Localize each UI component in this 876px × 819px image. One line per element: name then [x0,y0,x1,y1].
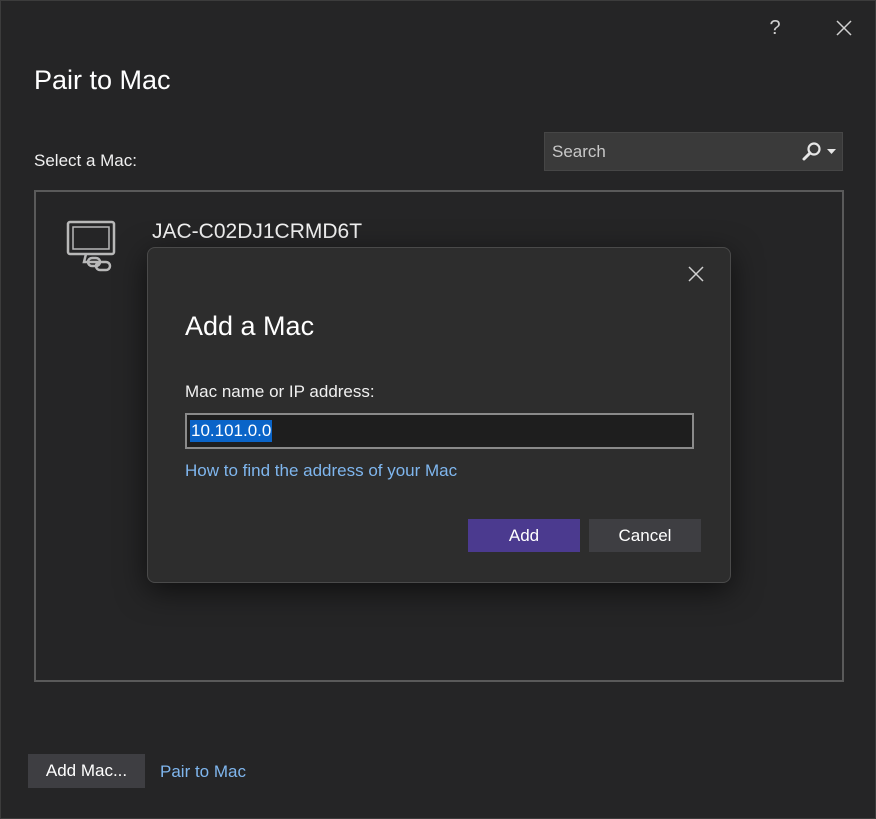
pair-to-mac-link[interactable]: Pair to Mac [160,762,246,782]
add-mac-dialog: Add a Mac Mac name or IP address: 10.101… [147,247,731,583]
chevron-down-icon [826,148,836,154]
close-window-button[interactable] [827,11,861,45]
help-button[interactable]: ? [758,11,792,45]
address-value: 10.101.0.0 [190,420,273,442]
select-mac-label: Select a Mac: [34,151,137,170]
pair-to-mac-window: ? Pair to Mac Select a Mac: Search JAC-C… [0,0,876,819]
window-title: Pair to Mac [34,65,171,95]
search-button[interactable] [794,133,842,170]
find-address-link[interactable]: How to find the address of your Mac [185,461,457,481]
computer-link-icon [66,220,116,272]
close-icon [688,266,704,282]
dialog-close-button[interactable] [682,260,710,288]
search-input[interactable] [545,132,794,171]
cancel-button[interactable]: Cancel [589,519,701,552]
search-icon [802,141,821,160]
address-input[interactable]: 10.101.0.0 [185,413,694,449]
dialog-title: Add a Mac [185,311,315,341]
help-icon: ? [769,16,781,39]
mac-name: JAC-C02DJ1CRMD6T [152,220,363,243]
add-mac-button[interactable]: Add Mac... [28,754,145,788]
add-button[interactable]: Add [468,519,580,552]
address-label: Mac name or IP address: [185,382,375,401]
close-icon [836,20,852,36]
search-box[interactable] [544,132,843,171]
